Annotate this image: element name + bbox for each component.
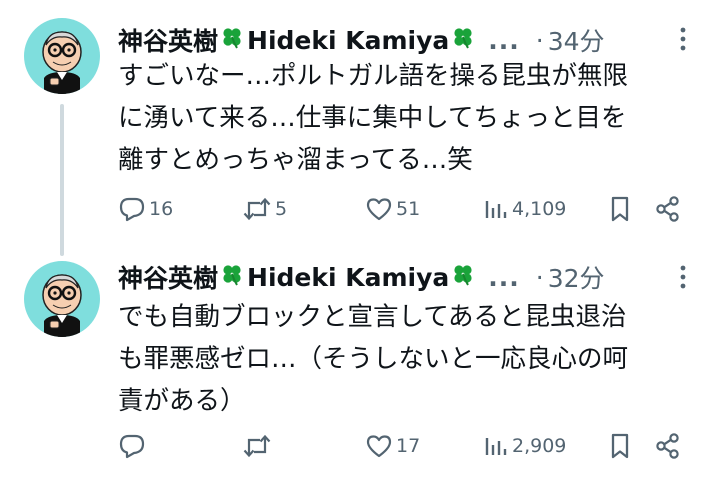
- views-count: 4,109: [512, 198, 567, 220]
- reply-icon: [118, 195, 146, 223]
- share-icon: [654, 432, 682, 460]
- views-button[interactable]: 2,909: [483, 429, 566, 463]
- four-leaf-clover-icon: [220, 25, 244, 55]
- avatar[interactable]: [24, 18, 100, 94]
- four-leaf-clover-icon: [451, 25, 475, 55]
- timestamp[interactable]: 34分: [548, 22, 605, 58]
- retweet-button[interactable]: [242, 429, 275, 463]
- thread-line: [60, 104, 64, 256]
- tweet-text-line: すごいなー…ポルトガル語を操る昆虫が無限: [118, 61, 629, 91]
- like-icon: [365, 195, 393, 223]
- reply-button[interactable]: 16: [118, 192, 173, 226]
- like-button[interactable]: 17: [365, 429, 420, 463]
- display-name-latin[interactable]: Hideki Kamiya: [247, 263, 449, 292]
- retweet-icon: [242, 432, 272, 460]
- reply-count: 16: [149, 198, 174, 220]
- bookmark-icon: [608, 195, 632, 223]
- action-bar: 16 5 51 4,109: [118, 192, 698, 226]
- share-button[interactable]: [654, 429, 682, 463]
- name-truncation: ...: [488, 262, 520, 292]
- tweet-text-line: 離すとめっちゃ溜まってる…笑: [118, 145, 473, 175]
- retweet-icon: [242, 195, 272, 223]
- share-icon: [654, 195, 682, 223]
- tweet-text-line: も罪悪感ゼロ…（そうしないと一応良心の呵: [118, 344, 629, 374]
- more-icon[interactable]: [674, 24, 692, 54]
- views-button[interactable]: 4,109: [483, 192, 566, 226]
- four-leaf-clover-icon: [451, 262, 475, 292]
- like-count: 17: [396, 435, 421, 457]
- bookmark-button[interactable]: [608, 192, 632, 226]
- like-icon: [365, 432, 393, 460]
- views-icon: [483, 195, 509, 223]
- tweet[interactable]: 神谷英樹 Hideki Kamiya: [0, 240, 720, 480]
- reply-icon: [118, 432, 146, 460]
- name-truncation: ...: [488, 25, 520, 55]
- reply-button[interactable]: [118, 429, 149, 463]
- timeline: 神谷英樹 Hideki Kamiya ... · 34分 すごいなー…ポルトガル…: [0, 0, 720, 480]
- more-icon[interactable]: [674, 262, 692, 292]
- timestamp[interactable]: 32分: [548, 259, 605, 295]
- share-button[interactable]: [654, 192, 682, 226]
- four-leaf-clover-icon: [220, 262, 244, 292]
- avatar[interactable]: [24, 261, 100, 337]
- retweet-count: 5: [275, 198, 288, 220]
- tweet-header: 神谷英樹 Hideki Kamiya: [118, 20, 605, 60]
- views-count: 2,909: [512, 435, 567, 457]
- tweet-header: 神谷英樹 Hideki Kamiya: [118, 257, 605, 297]
- retweet-button[interactable]: 5: [242, 192, 287, 226]
- tweet-text-line: に湧いて来る…仕事に集中してちょっと目を: [118, 103, 627, 133]
- separator-dot: ·: [535, 25, 544, 55]
- tweet-text-line: 責がある）: [118, 386, 246, 416]
- tweet-text-line: でも自動ブロックと宣言してあると昆虫退治: [118, 302, 627, 332]
- views-icon: [483, 432, 509, 460]
- bookmark-icon: [608, 432, 632, 460]
- tweet[interactable]: 神谷英樹 Hideki Kamiya: [0, 0, 720, 256]
- action-bar: 17 2,909: [118, 429, 698, 463]
- separator-dot: ·: [535, 262, 544, 292]
- tweet-text: すごいなー…ポルトガル語を操る昆虫が無限 に湧いて来る…仕事に集中してちょっと目…: [118, 55, 698, 181]
- display-name[interactable]: 神谷英樹: [118, 22, 218, 58]
- tweet-text: でも自動ブロックと宣言してあると昆虫退治 も罪悪感ゼロ…（そうしないと一応良心の…: [118, 296, 698, 422]
- like-count: 51: [396, 198, 421, 220]
- display-name[interactable]: 神谷英樹: [118, 259, 218, 295]
- bookmark-button[interactable]: [608, 429, 632, 463]
- display-name-latin[interactable]: Hideki Kamiya: [247, 26, 449, 55]
- like-button[interactable]: 51: [365, 192, 420, 226]
